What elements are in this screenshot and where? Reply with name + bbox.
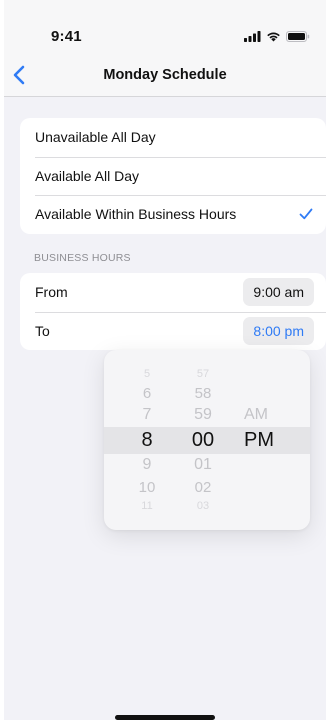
to-label: To [35, 322, 50, 339]
availability-options: Unavailable All Day Available All Day Av… [20, 118, 326, 234]
picker-item[interactable]: AM [234, 407, 290, 423]
ampm-wheel[interactable]: AM PM [234, 350, 280, 530]
picker-item[interactable]: 02 [178, 480, 228, 495]
picker-item[interactable]: 58 [178, 386, 228, 401]
option-label: Unavailable All Day [35, 129, 156, 146]
picker-item[interactable]: 8 [122, 430, 172, 450]
status-bar: 9:41 [4, 0, 326, 54]
picker-item[interactable]: 00 [178, 430, 228, 450]
to-row: To 8:00 pm [20, 311, 326, 351]
picker-item[interactable]: 5 [122, 368, 172, 380]
picker-item[interactable]: 03 [178, 500, 228, 512]
picker-item[interactable]: 9 [122, 457, 172, 473]
from-time-button[interactable]: 9:00 am [243, 278, 314, 306]
option-label: Available Within Business Hours [35, 206, 237, 223]
picker-item[interactable]: 01 [178, 457, 228, 473]
business-hours-header: BUSINESS HOURS [34, 252, 131, 264]
schedule-screen: 9:41 Monday Schedule Unavailable All Day… [4, 0, 326, 720]
from-row: From 9:00 am [20, 273, 326, 312]
picker-item[interactable]: 6 [122, 386, 172, 401]
battery-icon [286, 31, 310, 42]
option-available-business-hours[interactable]: Available Within Business Hours [20, 195, 326, 234]
minute-wheel[interactable]: 57 58 59 00 01 02 03 [178, 350, 228, 530]
picker-item[interactable]: 57 [178, 368, 228, 380]
status-time: 9:41 [51, 28, 82, 45]
status-icons [244, 31, 310, 42]
option-label: Available All Day [35, 167, 140, 184]
wifi-icon [267, 32, 280, 42]
picker-item[interactable]: 10 [122, 480, 172, 495]
option-unavailable-all-day[interactable]: Unavailable All Day [20, 118, 326, 157]
navigation-bar: Monday Schedule [4, 54, 326, 97]
checkmark-icon [299, 208, 313, 220]
picker-item[interactable]: PM [234, 430, 290, 450]
hour-wheel[interactable]: 5 6 7 8 9 10 11 [122, 350, 172, 530]
from-label: From [35, 284, 68, 301]
business-hours-list: From 9:00 am To 8:00 pm [20, 273, 326, 350]
picker-item[interactable]: 7 [122, 407, 172, 423]
picker-item[interactable]: 11 [122, 500, 172, 512]
time-picker: 5 6 7 8 9 10 11 57 58 59 00 01 02 03 AM PM [104, 350, 310, 530]
page-title: Monday Schedule [103, 67, 227, 83]
picker-item[interactable]: 59 [178, 407, 228, 423]
to-time-button[interactable]: 8:00 pm [243, 316, 314, 345]
home-indicator [115, 715, 215, 720]
option-available-all-day[interactable]: Available All Day [20, 156, 326, 196]
cellular-signal-icon [244, 31, 261, 42]
